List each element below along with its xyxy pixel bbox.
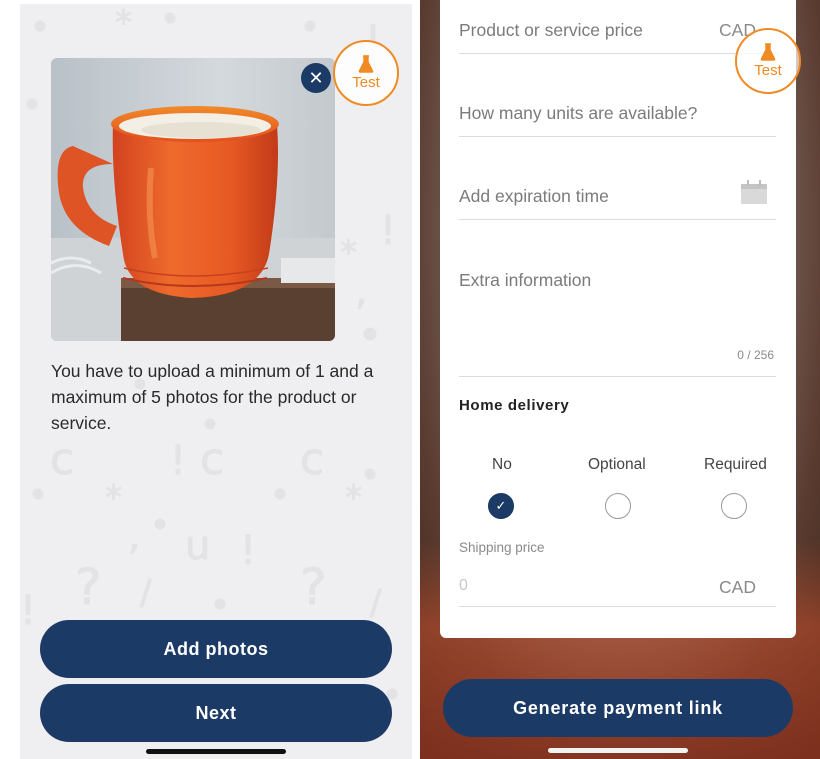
add-photos-button[interactable]: Add photos xyxy=(40,620,392,678)
svg-text:!: ! xyxy=(380,208,396,254)
test-badge-label: Test xyxy=(352,74,380,91)
extra-info-label: Extra information xyxy=(459,270,592,290)
shipping-currency: CAD xyxy=(719,577,756,597)
home-indicator[interactable] xyxy=(146,749,286,754)
svg-text:,: , xyxy=(128,514,140,558)
delivery-option-required-label: Required xyxy=(704,456,767,473)
shipping-price-label: Shipping price xyxy=(459,540,545,555)
upload-instructions: You have to upload a minimum of 1 and a … xyxy=(51,361,374,433)
delivery-option-no-radio[interactable]: ✓ xyxy=(488,493,514,519)
delivery-option-required-radio[interactable] xyxy=(721,493,747,519)
svg-text:?: ? xyxy=(75,558,102,616)
svg-text:*: * xyxy=(105,478,122,518)
payment-form-card: Product or service price CAD How many un… xyxy=(440,0,796,638)
svg-text:?: ? xyxy=(300,558,327,616)
svg-text:/: / xyxy=(140,573,152,613)
svg-text:*: * xyxy=(340,233,357,273)
svg-text:!: ! xyxy=(240,528,256,574)
mug-image xyxy=(51,58,335,341)
test-mode-badge: Test xyxy=(735,28,801,94)
units-field[interactable]: How many units are available? xyxy=(459,95,776,137)
delivery-option-no-label: No xyxy=(492,456,512,473)
delivery-option-optional-radio[interactable] xyxy=(605,493,631,519)
units-label: How many units are available? xyxy=(459,103,698,123)
expiration-field[interactable]: Add expiration time xyxy=(459,178,776,220)
price-field[interactable]: Product or service price CAD xyxy=(459,12,776,54)
svg-text:c: c xyxy=(300,434,324,485)
generate-payment-link-button[interactable]: Generate payment link xyxy=(443,679,793,737)
svg-text:*: * xyxy=(115,4,132,43)
flask-icon xyxy=(760,43,776,61)
remove-photo-button[interactable]: ✕ xyxy=(301,63,331,93)
close-icon: ✕ xyxy=(308,68,324,88)
svg-text:u: u xyxy=(185,523,210,569)
character-counter: 0 / 256 xyxy=(737,348,774,362)
svg-text:,: , xyxy=(355,269,367,313)
delivery-option-optional-label: Optional xyxy=(588,456,646,473)
home-delivery-title: Home delivery xyxy=(459,397,570,414)
shipping-price-field[interactable]: 0 CAD xyxy=(459,565,776,607)
svg-text:*: * xyxy=(345,478,362,518)
upload-photos-screen: * * * * c c c ? ? u , , ! ! ! ! ! , / / xyxy=(20,4,412,759)
test-badge-label: Test xyxy=(754,62,782,79)
shipping-price-value: 0 xyxy=(459,577,468,594)
flask-icon xyxy=(358,55,374,73)
uploaded-photo xyxy=(51,58,335,341)
calendar-icon[interactable] xyxy=(741,180,767,204)
svg-text:!: ! xyxy=(170,438,186,484)
next-button[interactable]: Next xyxy=(40,684,392,742)
checkmark-icon: ✓ xyxy=(495,498,507,513)
svg-text:c: c xyxy=(200,434,224,485)
svg-text:!: ! xyxy=(20,588,36,634)
svg-text:/: / xyxy=(370,583,382,623)
svg-text:c: c xyxy=(50,434,74,485)
payment-link-screen: Product or service price CAD How many un… xyxy=(420,0,820,759)
extra-info-field[interactable]: Extra information 0 / 256 xyxy=(459,260,776,377)
price-label: Product or service price xyxy=(459,20,643,40)
test-mode-badge: Test xyxy=(333,40,399,106)
expiration-label: Add expiration time xyxy=(459,186,609,206)
home-indicator[interactable] xyxy=(548,748,688,753)
